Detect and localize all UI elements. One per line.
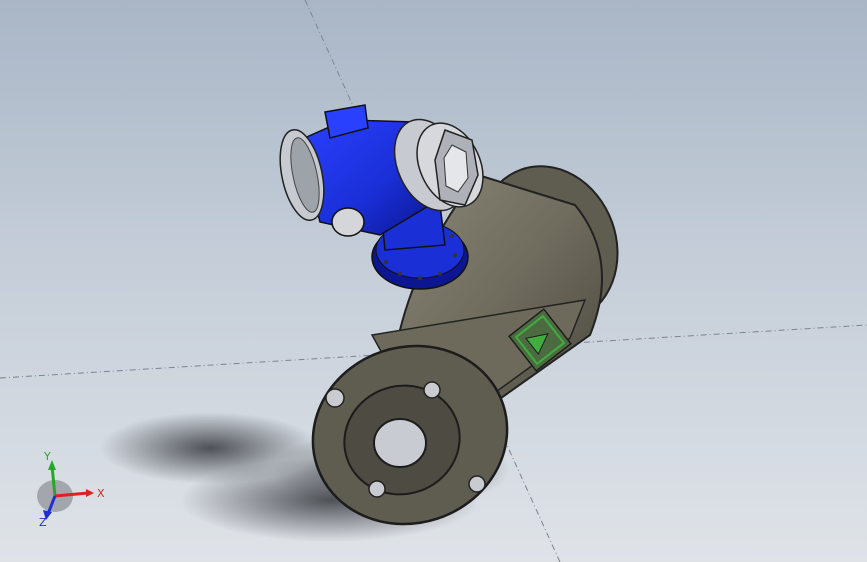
y-axis-label: Y [43, 450, 51, 463]
front-flange-bolt-hole [368, 480, 386, 498]
transmitter-housing[interactable] [273, 104, 496, 290]
front-flange-bolt-hole [468, 475, 486, 493]
front-flange-bolt-hole [325, 388, 345, 408]
pipe-bore [373, 418, 427, 468]
front-flange-bolt-hole [423, 381, 441, 399]
z-axis-label: Z [39, 516, 47, 529]
x-axis-arrow-icon [86, 489, 94, 497]
3d-viewport[interactable] [0, 0, 867, 562]
cable-port [331, 207, 365, 237]
coordinate-triad: Y X Z [30, 448, 120, 530]
x-axis-label: X [97, 487, 105, 500]
